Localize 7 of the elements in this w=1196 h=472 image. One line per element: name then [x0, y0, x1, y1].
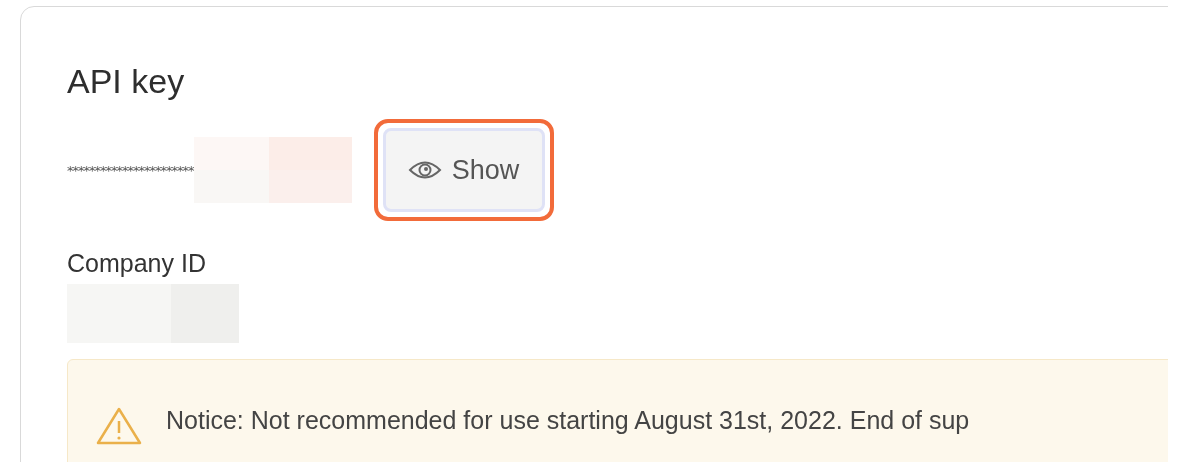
section-title: API key	[67, 62, 185, 101]
masked-api-key: ***********************	[67, 162, 194, 178]
eye-icon	[407, 159, 442, 181]
show-button[interactable]: Show	[373, 119, 554, 221]
notice-text: Notice: Not recommended for use starting August 31st, 2022. End of sup	[166, 406, 970, 435]
field-label: Company ID	[67, 249, 206, 278]
warning-icon	[96, 406, 142, 446]
